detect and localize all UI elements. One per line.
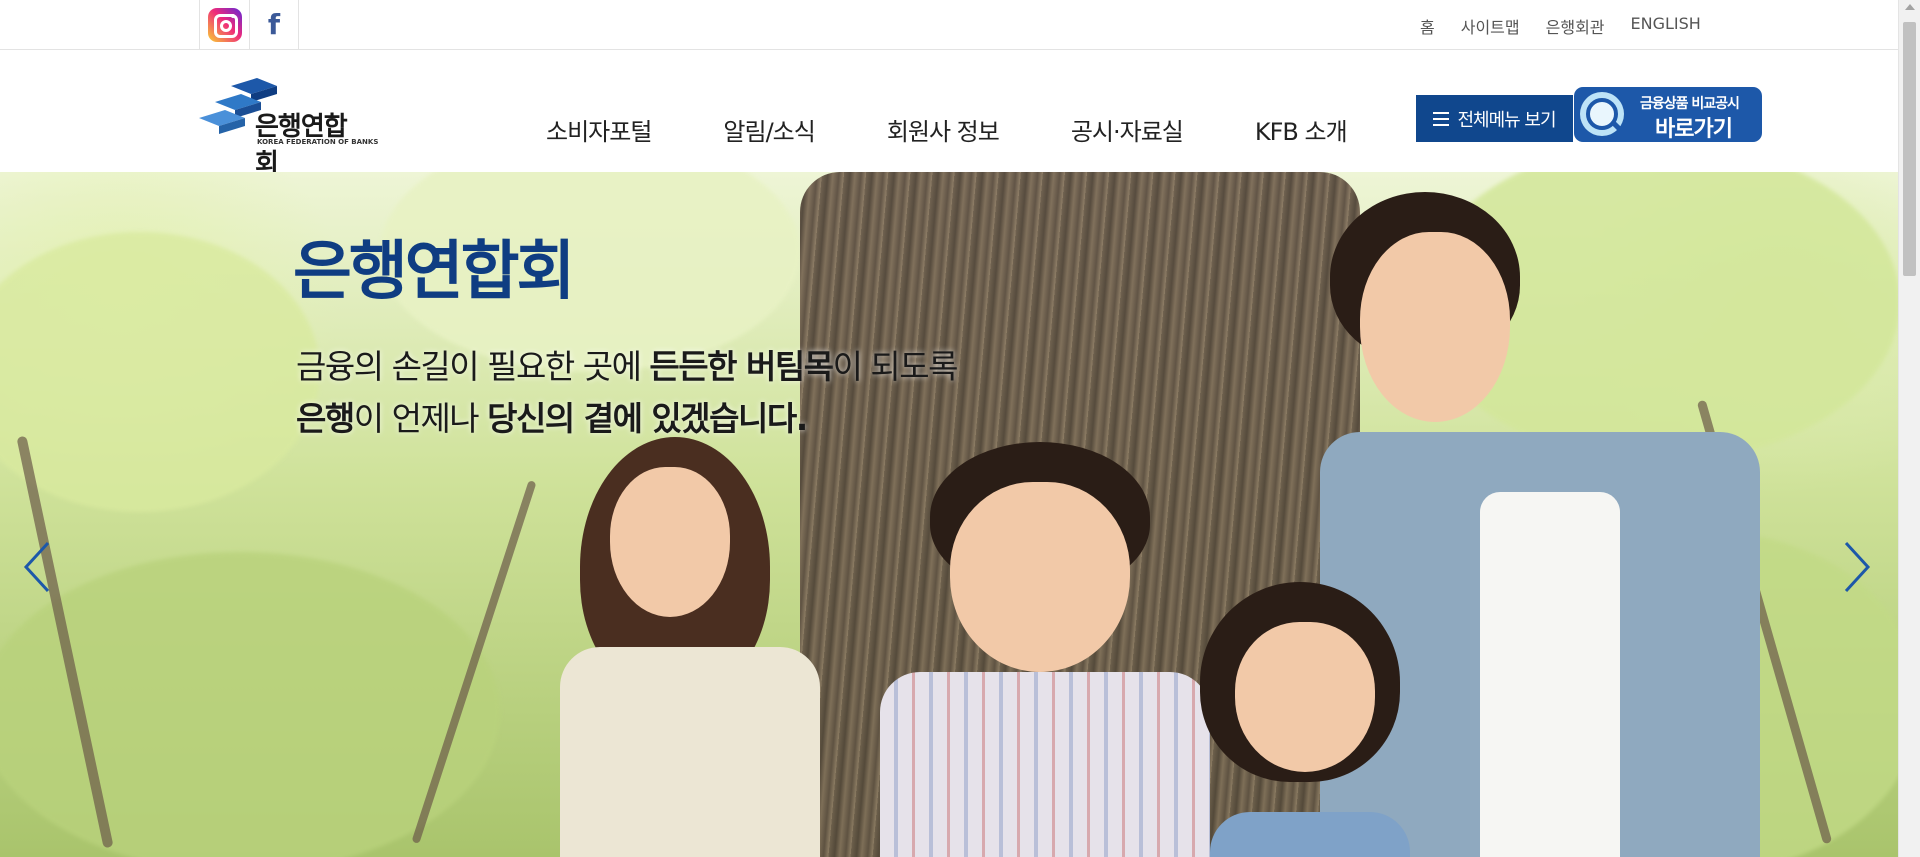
product-comparison-main: 바로가기 bbox=[1655, 117, 1733, 142]
utility-link-bank-hall[interactable]: 은행회관 bbox=[1546, 14, 1605, 38]
social-links: f bbox=[199, 0, 299, 50]
magnifier-icon bbox=[1580, 92, 1624, 136]
slide-prev-button[interactable] bbox=[18, 537, 58, 597]
main-header: 은행연합회 KOREA FEDERATION OF BANKS 소비자포털 알림… bbox=[0, 50, 1898, 179]
top-utility-bar: f 홈 사이트맵 은행회관 ENGLISH bbox=[0, 0, 1898, 50]
scroll-up-arrow-icon[interactable] bbox=[1905, 4, 1915, 10]
hero-banner: 은행연합회 금융의 손길이 필요한 곳에 든든한 버팀목이 되도록 은행이 언제… bbox=[0, 172, 1898, 857]
gnb-news[interactable]: 알림/소식 bbox=[723, 112, 815, 147]
page-scrollbar[interactable] bbox=[1898, 0, 1920, 857]
hero-title: 은행연합회 bbox=[293, 235, 575, 309]
site-logo[interactable]: 은행연합회 KOREA FEDERATION OF BANKS bbox=[199, 74, 378, 179]
hamburger-icon bbox=[1433, 111, 1450, 126]
gnb-consumer-portal[interactable]: 소비자포털 bbox=[546, 112, 652, 147]
product-comparison-sub: 금융상품 비교공시 bbox=[1640, 96, 1740, 112]
utility-link-home[interactable]: 홈 bbox=[1420, 14, 1435, 38]
utility-link-english[interactable]: ENGLISH bbox=[1631, 14, 1701, 38]
facebook-icon: f bbox=[267, 8, 281, 41]
chevron-left-icon bbox=[23, 541, 50, 593]
hero-line-1: 금융의 손길이 필요한 곳에 든든한 버팀목이 되도록 bbox=[296, 347, 959, 386]
instagram-link[interactable] bbox=[199, 0, 249, 50]
hero-line-2: 은행이 언제나 당신의 곁에 있겠습니다. bbox=[296, 399, 808, 438]
scroll-thumb[interactable] bbox=[1903, 22, 1916, 276]
chevron-right-icon bbox=[1844, 541, 1871, 593]
logo-subtitle: KOREA FEDERATION OF BANKS bbox=[257, 138, 379, 146]
utility-link-sitemap[interactable]: 사이트맵 bbox=[1461, 14, 1520, 38]
gnb-about-kfb[interactable]: KFB 소개 bbox=[1255, 112, 1348, 147]
gnb-disclosure[interactable]: 공시·자료실 bbox=[1071, 112, 1184, 147]
utility-nav: 홈 사이트맵 은행회관 ENGLISH bbox=[1420, 14, 1701, 38]
person-girl bbox=[1190, 582, 1430, 857]
facebook-link[interactable]: f bbox=[249, 0, 299, 50]
gnb-member-info[interactable]: 회원사 정보 bbox=[887, 112, 1000, 147]
slide-next-button[interactable] bbox=[1836, 537, 1876, 597]
all-menu-button[interactable]: 전체메뉴 보기 bbox=[1416, 95, 1573, 142]
all-menu-label: 전체메뉴 보기 bbox=[1457, 109, 1556, 131]
global-nav: 소비자포털 알림/소식 회원사 정보 공시·자료실 KFB 소개 bbox=[546, 112, 1348, 147]
foliage-left bbox=[0, 232, 320, 512]
instagram-icon bbox=[207, 8, 242, 42]
product-comparison-button[interactable]: 금융상품 비교공시 바로가기 bbox=[1574, 87, 1762, 142]
person-mother bbox=[540, 437, 860, 857]
